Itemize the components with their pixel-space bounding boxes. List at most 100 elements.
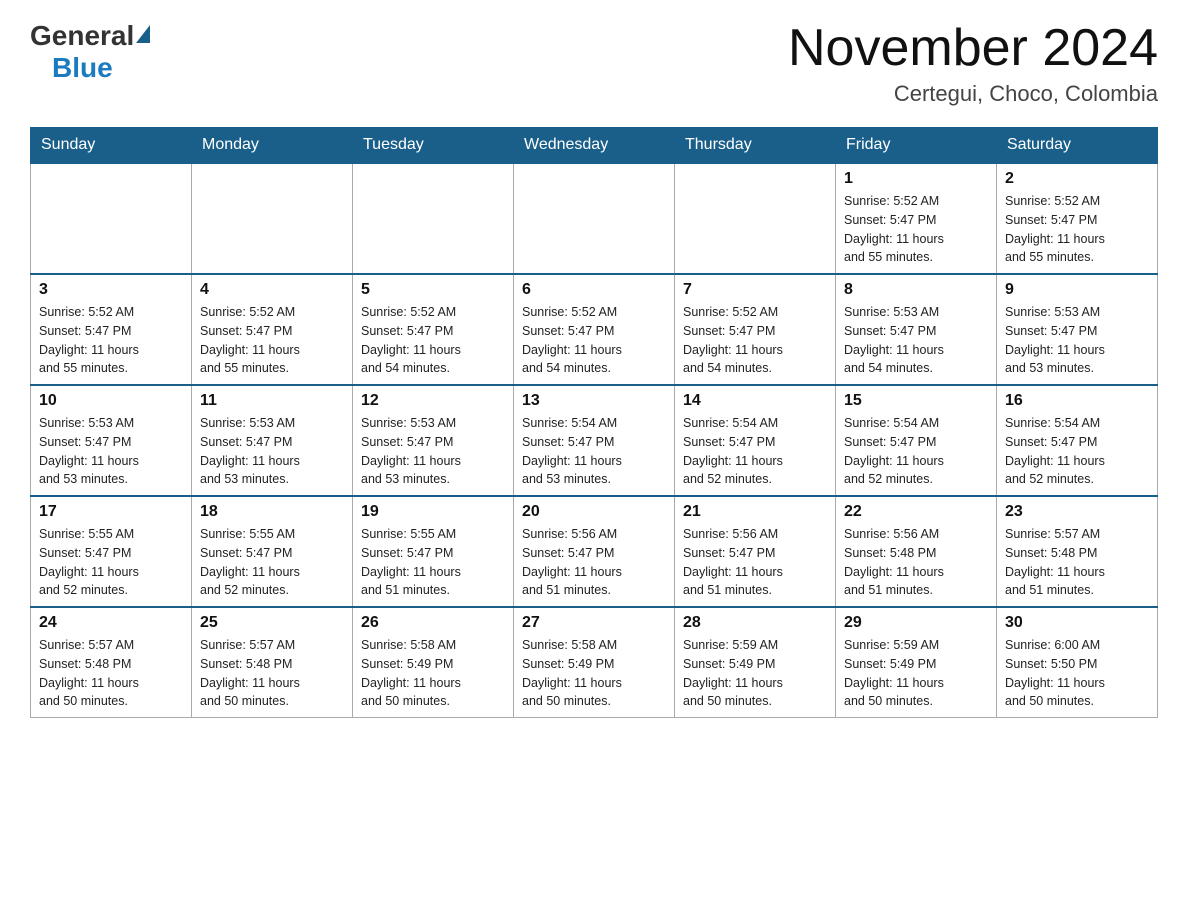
calendar-cell: 11 Sunrise: 5:53 AM Sunset: 5:47 PM Dayli… xyxy=(192,385,353,496)
day-info: Sunrise: 5:55 AM Sunset: 5:47 PM Dayligh… xyxy=(361,525,505,600)
day-number: 20 xyxy=(522,503,666,521)
day-number: 26 xyxy=(361,614,505,632)
day-info: Sunrise: 5:52 AM Sunset: 5:47 PM Dayligh… xyxy=(200,303,344,378)
day-info: Sunrise: 5:56 AM Sunset: 5:48 PM Dayligh… xyxy=(844,525,988,600)
day-number: 24 xyxy=(39,614,183,632)
day-info: Sunrise: 5:52 AM Sunset: 5:47 PM Dayligh… xyxy=(361,303,505,378)
calendar-cell: 28 Sunrise: 5:59 AM Sunset: 5:49 PM Dayli… xyxy=(675,607,836,718)
week-row-2: 3 Sunrise: 5:52 AM Sunset: 5:47 PM Daylig… xyxy=(31,274,1158,385)
day-number: 18 xyxy=(200,503,344,521)
week-row-3: 10 Sunrise: 5:53 AM Sunset: 5:47 PM Dayli… xyxy=(31,385,1158,496)
calendar-cell xyxy=(31,163,192,274)
day-info: Sunrise: 5:52 AM Sunset: 5:47 PM Dayligh… xyxy=(522,303,666,378)
day-header-wednesday: Wednesday xyxy=(514,128,675,164)
calendar-cell: 29 Sunrise: 5:59 AM Sunset: 5:49 PM Dayli… xyxy=(836,607,997,718)
day-number: 30 xyxy=(1005,614,1149,632)
day-number: 27 xyxy=(522,614,666,632)
day-info: Sunrise: 5:54 AM Sunset: 5:47 PM Dayligh… xyxy=(844,414,988,489)
day-number: 19 xyxy=(361,503,505,521)
calendar-cell: 5 Sunrise: 5:52 AM Sunset: 5:47 PM Daylig… xyxy=(353,274,514,385)
day-header-sunday: Sunday xyxy=(31,128,192,164)
day-info: Sunrise: 5:56 AM Sunset: 5:47 PM Dayligh… xyxy=(522,525,666,600)
day-info: Sunrise: 5:58 AM Sunset: 5:49 PM Dayligh… xyxy=(522,636,666,711)
day-number: 1 xyxy=(844,170,988,188)
calendar-cell: 27 Sunrise: 5:58 AM Sunset: 5:49 PM Dayli… xyxy=(514,607,675,718)
logo: General Blue xyxy=(30,20,152,84)
day-header-tuesday: Tuesday xyxy=(353,128,514,164)
day-info: Sunrise: 5:59 AM Sunset: 5:49 PM Dayligh… xyxy=(683,636,827,711)
day-number: 14 xyxy=(683,392,827,410)
calendar-cell: 20 Sunrise: 5:56 AM Sunset: 5:47 PM Dayli… xyxy=(514,496,675,607)
day-header-saturday: Saturday xyxy=(997,128,1158,164)
calendar-cell: 22 Sunrise: 5:56 AM Sunset: 5:48 PM Dayli… xyxy=(836,496,997,607)
calendar-cell: 14Sunrise: 5:54 AM Sunset: 5:47 PM Dayli… xyxy=(675,385,836,496)
day-number: 3 xyxy=(39,281,183,299)
day-number: 5 xyxy=(361,281,505,299)
day-number: 2 xyxy=(1005,170,1149,188)
day-info: Sunrise: 5:54 AM Sunset: 5:47 PM Dayligh… xyxy=(1005,414,1149,489)
day-number: 10 xyxy=(39,392,183,410)
calendar-table: SundayMondayTuesdayWednesdayThursdayFrid… xyxy=(30,127,1158,718)
calendar-cell xyxy=(192,163,353,274)
day-info: Sunrise: 5:52 AM Sunset: 5:47 PM Dayligh… xyxy=(844,192,988,267)
day-number: 17 xyxy=(39,503,183,521)
day-info: Sunrise: 6:00 AM Sunset: 5:50 PM Dayligh… xyxy=(1005,636,1149,711)
day-number: 25 xyxy=(200,614,344,632)
day-info: Sunrise: 5:52 AM Sunset: 5:47 PM Dayligh… xyxy=(1005,192,1149,267)
day-number: 11 xyxy=(200,392,344,410)
title-area: November 2024 Certegui, Choco, Colombia xyxy=(788,20,1158,107)
day-header-monday: Monday xyxy=(192,128,353,164)
calendar-cell: 3 Sunrise: 5:52 AM Sunset: 5:47 PM Daylig… xyxy=(31,274,192,385)
location-subtitle: Certegui, Choco, Colombia xyxy=(788,81,1158,107)
calendar-cell xyxy=(514,163,675,274)
calendar-cell: 7 Sunrise: 5:52 AM Sunset: 5:47 PM Daylig… xyxy=(675,274,836,385)
day-header-thursday: Thursday xyxy=(675,128,836,164)
day-info: Sunrise: 5:57 AM Sunset: 5:48 PM Dayligh… xyxy=(200,636,344,711)
calendar-cell: 4Sunrise: 5:52 AM Sunset: 5:47 PM Daylig… xyxy=(192,274,353,385)
calendar-cell: 9Sunrise: 5:53 AM Sunset: 5:47 PM Daylig… xyxy=(997,274,1158,385)
calendar-cell: 21 Sunrise: 5:56 AM Sunset: 5:47 PM Dayli… xyxy=(675,496,836,607)
calendar-cell: 15 Sunrise: 5:54 AM Sunset: 5:47 PM Dayli… xyxy=(836,385,997,496)
day-number: 9 xyxy=(1005,281,1149,299)
logo-triangle-icon xyxy=(136,25,150,43)
calendar-cell: 25 Sunrise: 5:57 AM Sunset: 5:48 PM Dayli… xyxy=(192,607,353,718)
day-number: 8 xyxy=(844,281,988,299)
calendar-cell: 30 Sunrise: 6:00 AM Sunset: 5:50 PM Dayli… xyxy=(997,607,1158,718)
day-number: 15 xyxy=(844,392,988,410)
day-info: Sunrise: 5:55 AM Sunset: 5:47 PM Dayligh… xyxy=(39,525,183,600)
day-info: Sunrise: 5:59 AM Sunset: 5:49 PM Dayligh… xyxy=(844,636,988,711)
day-number: 12 xyxy=(361,392,505,410)
calendar-cell: 13Sunrise: 5:54 AM Sunset: 5:47 PM Dayli… xyxy=(514,385,675,496)
day-header-friday: Friday xyxy=(836,128,997,164)
week-row-1: 1 Sunrise: 5:52 AM Sunset: 5:47 PM Daylig… xyxy=(31,163,1158,274)
calendar-cell: 23 Sunrise: 5:57 AM Sunset: 5:48 PM Dayli… xyxy=(997,496,1158,607)
day-number: 28 xyxy=(683,614,827,632)
header: General Blue November 2024 Certegui, Cho… xyxy=(30,20,1158,107)
day-info: Sunrise: 5:52 AM Sunset: 5:47 PM Dayligh… xyxy=(39,303,183,378)
day-number: 23 xyxy=(1005,503,1149,521)
day-number: 29 xyxy=(844,614,988,632)
day-info: Sunrise: 5:53 AM Sunset: 5:47 PM Dayligh… xyxy=(361,414,505,489)
logo-general: General xyxy=(30,20,134,52)
day-info: Sunrise: 5:54 AM Sunset: 5:47 PM Dayligh… xyxy=(522,414,666,489)
day-info: Sunrise: 5:58 AM Sunset: 5:49 PM Dayligh… xyxy=(361,636,505,711)
calendar-cell xyxy=(353,163,514,274)
calendar-cell: 26 Sunrise: 5:58 AM Sunset: 5:49 PM Dayli… xyxy=(353,607,514,718)
logo-text: General xyxy=(30,20,152,52)
calendar-cell: 8 Sunrise: 5:53 AM Sunset: 5:47 PM Daylig… xyxy=(836,274,997,385)
day-number: 7 xyxy=(683,281,827,299)
day-info: Sunrise: 5:56 AM Sunset: 5:47 PM Dayligh… xyxy=(683,525,827,600)
day-info: Sunrise: 5:53 AM Sunset: 5:47 PM Dayligh… xyxy=(844,303,988,378)
calendar-cell: 1 Sunrise: 5:52 AM Sunset: 5:47 PM Daylig… xyxy=(836,163,997,274)
calendar-header-row: SundayMondayTuesdayWednesdayThursdayFrid… xyxy=(31,128,1158,164)
calendar-cell: 2 Sunrise: 5:52 AM Sunset: 5:47 PM Daylig… xyxy=(997,163,1158,274)
day-number: 22 xyxy=(844,503,988,521)
day-info: Sunrise: 5:57 AM Sunset: 5:48 PM Dayligh… xyxy=(1005,525,1149,600)
day-number: 16 xyxy=(1005,392,1149,410)
calendar-cell: 18Sunrise: 5:55 AM Sunset: 5:47 PM Dayli… xyxy=(192,496,353,607)
day-info: Sunrise: 5:52 AM Sunset: 5:47 PM Dayligh… xyxy=(683,303,827,378)
day-info: Sunrise: 5:53 AM Sunset: 5:47 PM Dayligh… xyxy=(200,414,344,489)
calendar-cell: 19 Sunrise: 5:55 AM Sunset: 5:47 PM Dayli… xyxy=(353,496,514,607)
calendar-cell: 6Sunrise: 5:52 AM Sunset: 5:47 PM Daylig… xyxy=(514,274,675,385)
day-number: 21 xyxy=(683,503,827,521)
